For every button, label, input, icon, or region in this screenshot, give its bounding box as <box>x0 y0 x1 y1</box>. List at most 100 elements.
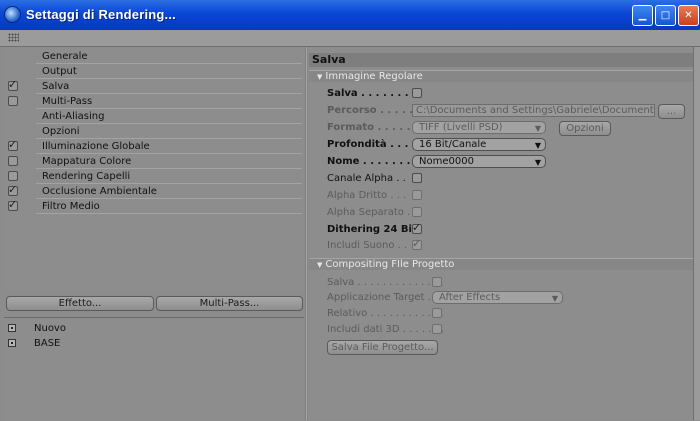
nav-item-label: Salva <box>42 81 70 92</box>
pane-splitter[interactable] <box>305 47 308 420</box>
suono-checkbox[interactable]: ✓ <box>412 237 422 250</box>
effect-button[interactable]: Effetto... <box>6 296 154 311</box>
field-row-dithering: Dithering 24 Bit ✓ <box>309 221 693 237</box>
nav-item-salva[interactable]: ✓ Salva <box>4 78 304 94</box>
minimize-button[interactable]: ▁ <box>632 5 653 26</box>
nav-item-generale[interactable]: Generale <box>4 49 304 64</box>
profondita-label: Profondità . . . . <box>327 139 416 150</box>
nav-item-illuminazione-globale[interactable]: ✓ Illuminazione Globale <box>4 138 304 154</box>
nav-item-label: Occlusione Ambientale <box>42 186 157 197</box>
dropdown-arrow-icon: ▼ <box>551 294 558 303</box>
field-row-nome: Nome . . . . . . . . Nome0000 ▼ <box>309 154 693 169</box>
formato-label: Formato . . . . . . <box>327 122 418 133</box>
field-row-comp-salva: Salva . . . . . . . . . . . . . . <box>309 275 693 290</box>
nav-button-bar: Effetto... Multi-Pass... <box>4 296 304 314</box>
group-header-immagine-regolare[interactable]: ▼ Immagine Regolare <box>309 70 693 82</box>
nav-item-filtro-medio[interactable]: ✓ Filtro Medio <box>4 198 304 214</box>
relativo-checkbox[interactable] <box>432 308 442 318</box>
nav-item-output[interactable]: Output <box>4 64 304 79</box>
checkmark-icon: ✓ <box>412 237 422 250</box>
checkmark-icon: ✓ <box>8 138 18 151</box>
left-pane: Generale Output ✓ Salva Multi-Pass Anti-A… <box>4 47 304 421</box>
salva-checkbox[interactable] <box>412 88 422 98</box>
nav-enable-checkbox[interactable]: ✓ <box>8 138 18 151</box>
field-row-formato: Formato . . . . . . TIFF (Livelli PSD) ▼ … <box>309 120 693 136</box>
nav-item-label: Mappatura Colore <box>42 156 132 167</box>
collapse-triangle-icon: ▼ <box>317 261 323 269</box>
maximize-icon: □ <box>660 10 671 21</box>
profondita-dropdown[interactable]: 16 Bit/Canale ▼ <box>412 138 546 151</box>
alpha-dritto-label: Alpha Dritto . . . <box>327 190 407 201</box>
field-row-alpha-separato: Alpha Separato . . <box>309 205 693 220</box>
nav-item-antialiasing[interactable]: Anti-Aliasing <box>4 109 304 124</box>
alpha-separato-checkbox[interactable] <box>412 207 422 217</box>
field-row-profondita: Profondità . . . . 16 Bit/Canale ▼ <box>309 137 693 152</box>
percorso-label: Percorso . . . . . . <box>327 105 421 116</box>
nav-item-mappatura-colore[interactable]: Mappatura Colore <box>4 154 304 169</box>
save-project-file-button[interactable]: Salva File Progetto... <box>327 340 438 355</box>
dropdown-arrow-icon: ▼ <box>534 158 541 167</box>
dithering-label: Dithering 24 Bit <box>327 224 417 235</box>
checkmark-icon: ✓ <box>8 183 18 196</box>
nav-item-rendering-capelli[interactable]: Rendering Capelli <box>4 169 304 184</box>
group-header-compositing[interactable]: ▼ Compositing FIle Progetto <box>309 258 693 270</box>
preset-label: Nuovo <box>34 323 66 334</box>
toolbar <box>0 30 700 47</box>
settings-panel: Salva ▼ Immagine Regolare Salva . . . . .… <box>309 47 693 420</box>
window-title: Settaggi di Rendering... <box>26 7 176 22</box>
collapse-triangle-icon: ▼ <box>317 73 323 81</box>
checkmark-icon: ✓ <box>412 221 422 234</box>
vertical-scrollbar[interactable] <box>693 47 700 420</box>
dati3d-checkbox[interactable] <box>432 324 442 334</box>
alpha-dritto-checkbox[interactable] <box>412 190 422 200</box>
percorso-field[interactable]: C:\Documents and Settings\Gabriele\Docum… <box>412 104 655 117</box>
grip-icon[interactable] <box>8 33 19 42</box>
nav-item-label: Filtro Medio <box>42 201 100 212</box>
nav-enable-checkbox[interactable] <box>8 96 18 106</box>
minimize-icon: ▁ <box>638 10 647 21</box>
nav-item-label: Multi-Pass <box>42 96 93 107</box>
nav-item-opzioni[interactable]: Opzioni <box>4 124 304 139</box>
app-target-value: After Effects <box>439 292 501 303</box>
field-row-includi-suono: Includi Suono . . ✓ <box>309 237 693 253</box>
nav-enable-checkbox[interactable]: ✓ <box>8 183 18 196</box>
preset-label: BASE <box>34 338 61 349</box>
preset-item[interactable]: Nuovo <box>4 321 304 336</box>
comp-salva-checkbox[interactable] <box>432 277 442 287</box>
group-title: Compositing FIle Progetto <box>325 259 455 270</box>
suono-label: Includi Suono . . <box>327 240 408 251</box>
nav-item-label: Output <box>42 66 77 77</box>
nav-item-label: Illuminazione Globale <box>42 141 150 152</box>
browse-button[interactable]: ... <box>658 104 685 119</box>
render-presets-list: Nuovo BASE <box>4 317 304 421</box>
nav-enable-checkbox[interactable] <box>8 171 18 181</box>
relativo-label: Relativo . . . . . . . . . . . . <box>327 308 444 319</box>
opzioni-button[interactable]: Opzioni <box>559 121 611 136</box>
nav-item-label: Anti-Aliasing <box>42 111 105 122</box>
nav-enable-checkbox[interactable]: ✓ <box>8 78 18 91</box>
formato-value: TIFF (Livelli PSD) <box>419 122 503 133</box>
maximize-button[interactable]: □ <box>655 5 676 26</box>
settings-nav: Generale Output ✓ Salva Multi-Pass Anti-A… <box>4 47 304 292</box>
alpha-label: Canale Alpha . . <box>327 173 406 184</box>
nav-enable-checkbox[interactable] <box>8 156 18 166</box>
salva-label: Salva . . . . . . . . <box>327 88 416 99</box>
profondita-value: 16 Bit/Canale <box>419 139 487 150</box>
multipass-button[interactable]: Multi-Pass... <box>156 296 303 311</box>
section-title: Salva <box>309 53 693 67</box>
alpha-checkbox[interactable] <box>412 173 422 183</box>
dithering-checkbox[interactable]: ✓ <box>412 221 422 234</box>
group-title: Immagine Regolare <box>325 71 423 82</box>
nav-item-occlusione-ambientale[interactable]: ✓ Occlusione Ambientale <box>4 183 304 199</box>
nome-dropdown[interactable]: Nome0000 ▼ <box>412 155 546 168</box>
field-row-relativo: Relativo . . . . . . . . . . . . <box>309 306 693 321</box>
preset-icon <box>8 324 16 332</box>
nav-item-multipass[interactable]: Multi-Pass <box>4 94 304 109</box>
app-target-dropdown[interactable]: After Effects ▼ <box>432 291 563 304</box>
nav-enable-checkbox[interactable]: ✓ <box>8 198 18 211</box>
close-button[interactable]: ✕ <box>678 5 699 26</box>
nav-item-label: Generale <box>42 51 88 62</box>
preset-item[interactable]: BASE <box>4 336 304 351</box>
formato-dropdown[interactable]: TIFF (Livelli PSD) ▼ <box>412 121 546 134</box>
dropdown-arrow-icon: ▼ <box>534 124 541 133</box>
